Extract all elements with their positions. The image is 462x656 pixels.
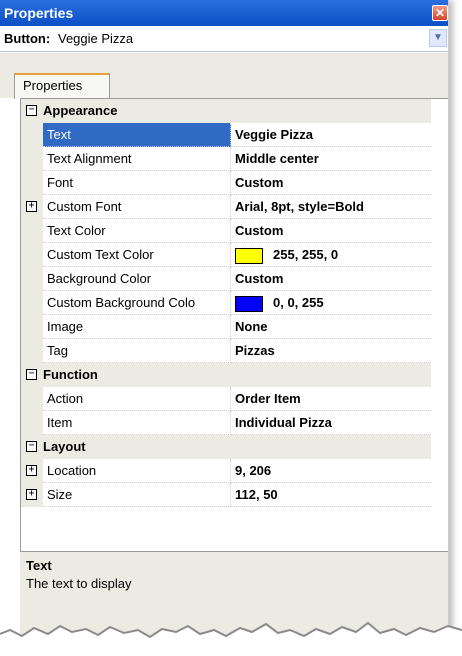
close-icon: ✕ xyxy=(434,6,446,20)
property-value[interactable]: 9, 206 xyxy=(231,459,431,483)
property-label[interactable]: Item xyxy=(43,411,231,435)
property-value[interactable]: Middle center xyxy=(231,147,431,171)
property-row[interactable]: + Custom Font Arial, 8pt, style=Bold xyxy=(21,195,431,219)
property-label[interactable]: Custom Background Colo xyxy=(43,291,231,315)
property-row[interactable]: Text Veggie Pizza xyxy=(21,123,431,147)
row-gutter xyxy=(21,315,43,339)
property-value[interactable]: 112, 50 xyxy=(231,483,431,507)
property-row[interactable]: Text Alignment Middle center xyxy=(21,147,431,171)
category-function[interactable]: − Function xyxy=(21,363,431,387)
property-label[interactable]: Font xyxy=(43,171,231,195)
property-label[interactable]: Custom Text Color xyxy=(43,243,231,267)
tab-strip: Properties xyxy=(0,53,448,99)
property-row[interactable]: Custom Text Color 255, 255, 0 xyxy=(21,243,431,267)
property-row[interactable]: Tag Pizzas xyxy=(21,339,431,363)
tab-properties[interactable]: Properties xyxy=(14,73,110,99)
row-gutter: + xyxy=(21,195,43,219)
row-gutter xyxy=(21,387,43,411)
category-label: Appearance xyxy=(43,103,118,118)
row-gutter: + xyxy=(21,483,43,507)
property-label[interactable]: Location xyxy=(43,459,231,483)
property-value[interactable]: Individual Pizza xyxy=(231,411,431,435)
color-swatch xyxy=(235,295,263,312)
color-swatch xyxy=(235,247,263,264)
property-value[interactable]: Custom xyxy=(231,267,431,291)
category-layout[interactable]: − Layout xyxy=(21,435,431,459)
properties-window: Properties ✕ Button: Veggie Pizza ▼ Prop… xyxy=(0,0,449,648)
property-value[interactable]: Custom xyxy=(231,171,431,195)
row-gutter xyxy=(21,123,43,147)
property-label[interactable]: Text Alignment xyxy=(43,147,231,171)
property-row[interactable]: Font Custom xyxy=(21,171,431,195)
row-gutter xyxy=(21,147,43,171)
property-label[interactable]: Image xyxy=(43,315,231,339)
property-value-text: 0, 0, 255 xyxy=(273,295,324,310)
category-label: Layout xyxy=(43,439,86,454)
property-label[interactable]: Action xyxy=(43,387,231,411)
row-gutter xyxy=(21,267,43,291)
property-value[interactable]: Veggie Pizza xyxy=(231,123,431,147)
property-row[interactable]: Custom Background Colo 0, 0, 255 xyxy=(21,291,431,315)
plus-box-icon[interactable]: + xyxy=(26,201,37,212)
row-gutter xyxy=(21,291,43,315)
row-gutter xyxy=(21,411,43,435)
property-value[interactable]: 255, 255, 0 xyxy=(231,243,431,267)
row-gutter xyxy=(21,339,43,363)
category-appearance[interactable]: − Appearance xyxy=(21,99,431,123)
row-gutter xyxy=(21,171,43,195)
property-row[interactable]: + Location 9, 206 xyxy=(21,459,431,483)
plus-box-icon[interactable]: + xyxy=(26,465,37,476)
window-title: Properties xyxy=(4,5,74,21)
torn-edge xyxy=(0,621,462,656)
property-row[interactable]: Image None xyxy=(21,315,431,339)
row-gutter xyxy=(21,219,43,243)
property-value[interactable]: Custom xyxy=(231,219,431,243)
property-grid: − Appearance Text Veggie Pizza Text Alignmen… xyxy=(20,98,448,552)
minus-box-icon[interactable]: − xyxy=(26,441,37,452)
minus-box-icon[interactable]: − xyxy=(26,369,37,380)
plus-box-icon[interactable]: + xyxy=(26,489,37,500)
chevron-down-icon: ▼ xyxy=(433,32,443,43)
property-value[interactable]: 0, 0, 255 xyxy=(231,291,431,315)
property-value[interactable]: Pizzas xyxy=(231,339,431,363)
property-label[interactable]: Text xyxy=(43,123,231,147)
grid-empty-area xyxy=(21,509,431,552)
description-title: Text xyxy=(26,558,52,573)
property-value[interactable]: Arial, 8pt, style=Bold xyxy=(231,195,431,219)
property-label[interactable]: Background Color xyxy=(43,267,231,291)
category-label: Function xyxy=(43,367,98,382)
property-value-text: 255, 255, 0 xyxy=(273,247,339,262)
minus-box-icon[interactable]: − xyxy=(26,105,37,116)
property-row[interactable]: Item Individual Pizza xyxy=(21,411,431,435)
object-name: Veggie Pizza xyxy=(58,31,134,46)
property-value[interactable]: None xyxy=(231,315,431,339)
property-row[interactable]: + Size 112, 50 xyxy=(21,483,431,507)
property-row[interactable]: Background Color Custom xyxy=(21,267,431,291)
close-button[interactable]: ✕ xyxy=(432,5,448,21)
description-text: The text to display xyxy=(26,576,132,591)
row-gutter xyxy=(21,243,43,267)
title-bar: Properties ✕ xyxy=(0,0,448,26)
property-value[interactable]: Order Item xyxy=(231,387,431,411)
property-row[interactable]: Action Order Item xyxy=(21,387,431,411)
property-label[interactable]: Custom Font xyxy=(43,195,231,219)
property-label[interactable]: Tag xyxy=(43,339,231,363)
object-type: Button: xyxy=(4,31,51,46)
object-selector[interactable]: Button: Veggie Pizza ▼ xyxy=(0,26,448,52)
row-gutter: + xyxy=(21,459,43,483)
property-label[interactable]: Text Color xyxy=(43,219,231,243)
property-row[interactable]: Text Color Custom xyxy=(21,219,431,243)
object-selector-dropdown[interactable]: ▼ xyxy=(429,29,447,47)
property-label[interactable]: Size xyxy=(43,483,231,507)
